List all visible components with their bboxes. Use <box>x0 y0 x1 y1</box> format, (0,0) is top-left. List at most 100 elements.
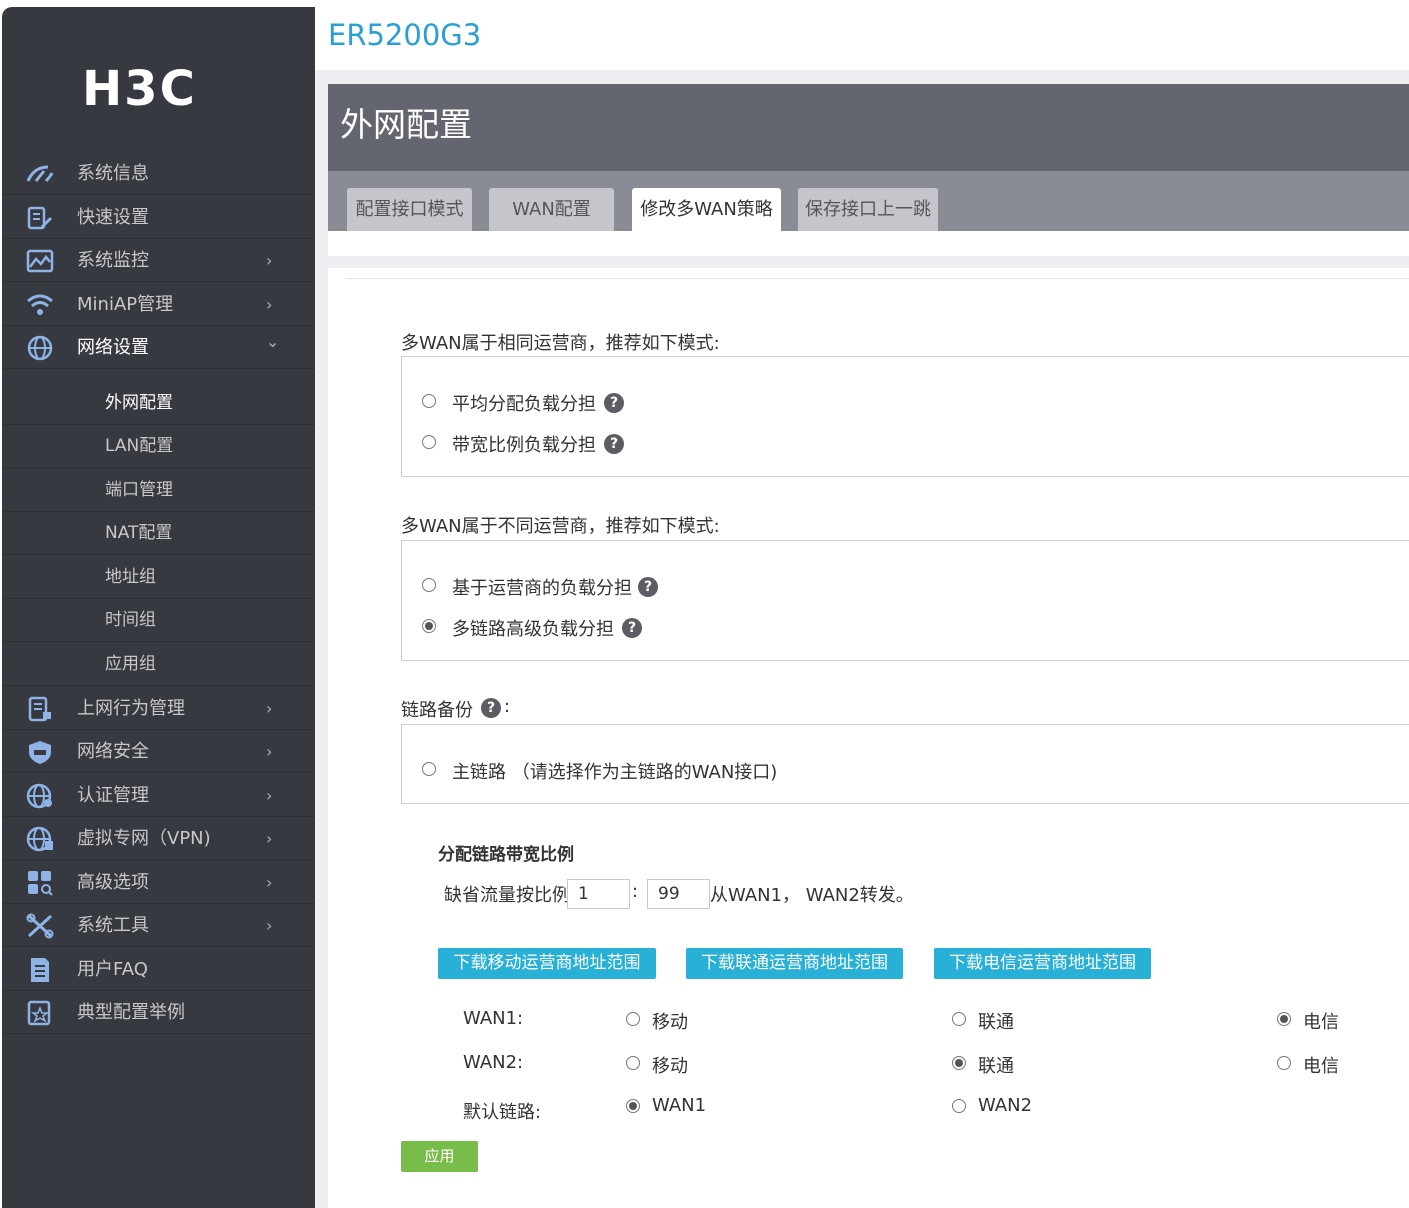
sidebar-item-advanced-options[interactable]: 高级选项 › <box>2 861 315 904</box>
ratio-separator: : <box>632 881 639 902</box>
monitor-icon <box>26 249 54 273</box>
radio-default-wan2[interactable] <box>952 1099 966 1113</box>
help-icon[interactable]: ? <box>638 577 658 597</box>
radio-wan1-telecom[interactable] <box>1277 1012 1291 1026</box>
document-icon <box>31 958 49 982</box>
sidebar-item-label: 上网行为管理 <box>77 698 185 719</box>
sidebar-item-system-tools[interactable]: 系统工具 › <box>2 904 315 947</box>
download-telecom-range-button[interactable]: 下载电信运营商地址范围 <box>934 948 1151 979</box>
ratio-title: 分配链路带宽比例 <box>438 845 574 865</box>
download-mobile-range-button[interactable]: 下载移动运营商地址范围 <box>438 948 656 979</box>
option-label: 电信 <box>1303 1056 1339 1077</box>
sidebar-subitem-time-group[interactable]: 时间组 <box>2 599 315 642</box>
tab-wan-config[interactable]: WAN配置 <box>489 188 614 231</box>
ratio-wan1-input[interactable] <box>567 879 630 909</box>
sidebar-subitem-label: 时间组 <box>105 610 156 630</box>
ratio-suffix: 从WAN1， WAN2转发。 <box>710 885 914 906</box>
quick-setup-icon <box>27 206 53 230</box>
chevron-down-icon: ⌄ <box>266 332 280 351</box>
option-label: 基于运营商的负载分担 <box>452 578 632 599</box>
help-icon[interactable]: ? <box>481 698 501 718</box>
globe-icon <box>27 335 53 361</box>
sidebar-item-label: 网络安全 <box>77 741 149 762</box>
sidebar-item-config-examples[interactable]: 典型配置举例 <box>2 991 315 1034</box>
tab-multi-wan-policy[interactable]: 修改多WAN策略 <box>632 188 781 231</box>
sidebar-item-label: 用户FAQ <box>77 959 148 980</box>
sidebar-item-network-security[interactable]: 网络安全 › <box>2 730 315 773</box>
radio-multi-link-advanced[interactable] <box>422 619 436 633</box>
auth-globe-icon <box>26 783 52 809</box>
sidebar-item-network-settings[interactable]: 网络设置 ⌄ <box>2 326 315 369</box>
radio-bandwidth-ratio[interactable] <box>422 435 436 449</box>
sidebar-subitem-port-management[interactable]: 端口管理 <box>2 469 315 512</box>
page-title: 外网配置 <box>340 105 472 144</box>
page-header: 外网配置 <box>328 84 1409 171</box>
chevron-right-icon: › <box>266 742 273 761</box>
chevron-right-icon: › <box>266 916 273 935</box>
radio-primary-link[interactable] <box>422 762 436 776</box>
option-label: WAN2 <box>978 1095 1033 1116</box>
option-label: 平均分配负载分担 <box>452 394 596 415</box>
sidebar-item-auth-management[interactable]: 认证管理 › <box>2 774 315 817</box>
radio-wan2-unicom[interactable] <box>952 1056 966 1070</box>
sidebar-subitem-label: 地址组 <box>105 567 156 587</box>
diff-isp-box: 基于运营商的负载分担 ? 多链路高级负载分担 ? <box>401 540 1409 661</box>
svg-text:H3C: H3C <box>82 62 197 112</box>
tab-interface-mode[interactable]: 配置接口模式 <box>347 188 472 231</box>
radio-wan1-unicom[interactable] <box>952 1012 966 1026</box>
same-isp-label: 多WAN属于相同运营商，推荐如下模式: <box>401 333 720 354</box>
sidebar-item-label: 虚拟专网（VPN) <box>77 828 211 849</box>
sidebar-item-label: MiniAP管理 <box>77 294 174 315</box>
radio-isp-based-load[interactable] <box>422 578 436 592</box>
sidebar-item-label: 网络设置 <box>77 337 149 358</box>
radio-wan1-mobile[interactable] <box>626 1012 640 1026</box>
policy-panel: 多WAN属于相同运营商，推荐如下模式: 平均分配负载分担 ? 带宽比例负载分担 … <box>328 268 1409 1208</box>
chevron-right-icon: › <box>266 786 273 805</box>
radio-wan2-mobile[interactable] <box>626 1056 640 1070</box>
sidebar-item-label: 认证管理 <box>77 785 149 806</box>
tab-save-next-hop[interactable]: 保存接口上一跳 <box>798 188 938 231</box>
sidebar-item-label: 快速设置 <box>77 207 149 228</box>
wan1-label: WAN1: <box>463 1008 524 1029</box>
link-backup-box: 主链路 （请选择作为主链路的WAN接口) <box>401 724 1409 804</box>
shield-icon <box>29 741 51 764</box>
sidebar-subitem-label: LAN配置 <box>105 436 174 456</box>
sidebar-subitem-address-group[interactable]: 地址组 <box>2 556 315 599</box>
sidebar-item-monitor[interactable]: 系统监控 › <box>2 239 315 282</box>
help-icon[interactable]: ? <box>604 434 624 454</box>
sidebar-item-label: 系统信息 <box>77 163 149 184</box>
h3c-logo: H3C <box>82 62 197 112</box>
same-isp-box: 平均分配负载分担 ? 带宽比例负载分担 ? <box>401 356 1409 477</box>
sidebar-item-vpn[interactable]: 虚拟专网（VPN) › <box>2 817 315 860</box>
apply-button[interactable]: 应用 <box>401 1141 478 1172</box>
wan2-label: WAN2: <box>463 1052 524 1073</box>
sidebar-subitem-nat-config[interactable]: NAT配置 <box>2 512 315 555</box>
sidebar-subitem-label: NAT配置 <box>105 523 173 543</box>
help-icon[interactable]: ? <box>604 393 624 413</box>
sidebar-subitem-lan-config[interactable]: LAN配置 <box>2 425 315 468</box>
sidebar-subitem-wan-config[interactable]: 外网配置 <box>2 382 315 425</box>
help-icon[interactable]: ? <box>622 618 642 638</box>
sidebar-subitem-label: 应用组 <box>105 654 156 674</box>
sidebar-item-system-info[interactable]: 系统信息 <box>2 152 315 195</box>
grid-icon <box>28 871 53 896</box>
ratio-wan2-input[interactable] <box>647 879 710 909</box>
sidebar-subitem-app-group[interactable]: 应用组 <box>2 643 315 686</box>
sidebar-subitem-label: 外网配置 <box>105 393 173 413</box>
ratio-prefix: 缺省流量按比例 <box>444 885 570 906</box>
option-label: WAN1 <box>652 1095 707 1116</box>
radio-default-wan1[interactable] <box>626 1099 640 1113</box>
link-backup-label: 链路备份 <box>401 700 473 721</box>
sidebar-item-quick-setup[interactable]: 快速设置 <box>2 196 315 239</box>
tools-icon <box>26 913 54 939</box>
sidebar-item-user-faq[interactable]: 用户FAQ <box>2 948 315 991</box>
option-label: 主链路 （请选择作为主链路的WAN接口) <box>452 762 778 783</box>
chevron-right-icon: › <box>266 829 273 848</box>
gauge-icon <box>26 165 54 183</box>
radio-wan2-telecom[interactable] <box>1277 1056 1291 1070</box>
radio-average-load[interactable] <box>422 394 436 408</box>
tab-content-strip <box>328 231 1409 256</box>
device-model-title: ER5200G3 <box>328 18 482 52</box>
download-unicom-range-button[interactable]: 下载联通运营商地址范围 <box>686 948 903 979</box>
sidebar-item-behavior-management[interactable]: 上网行为管理 › <box>2 687 315 730</box>
